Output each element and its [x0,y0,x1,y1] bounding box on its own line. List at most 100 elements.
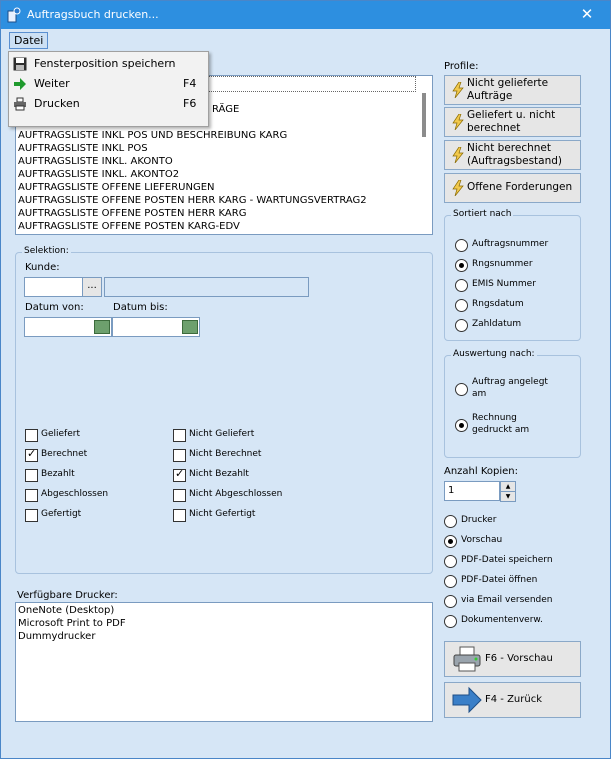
list-item[interactable]: RÄGE [212,104,239,115]
radio-pdf-oeffnen[interactable] [444,575,457,588]
lightning-icon [452,114,464,130]
menu-item-weiter[interactable]: Weiter F4 [9,74,208,94]
radio-dokumentenverw[interactable] [444,615,457,628]
lightning-icon [452,180,464,196]
app-icon [7,7,21,23]
checkbox-label: Berechnet [41,449,88,459]
radio-email[interactable] [444,595,457,608]
selection-group-label: Selektion: [22,246,71,256]
profile-button-label: Nicht berechnet (Auftragsbestand) [467,142,563,167]
radio-label: Drucker [461,515,497,525]
checkbox-bezahlt[interactable] [25,469,38,482]
calendar-icon[interactable] [94,320,110,334]
close-icon[interactable]: ✕ [579,6,595,22]
list-item[interactable]: OneNote (Desktop) [18,605,114,616]
datum-von-label: Datum von: [25,302,84,313]
profile-button-geliefert-nicht-berechnet[interactable]: Geliefert u. nicht berechnet [444,107,581,137]
radio-label: Zahldatum [472,319,522,329]
list-item[interactable]: AUFTRAGSLISTE OFFENE POSTEN HERR KARG [18,208,246,219]
checkbox-label: Nicht Gefertigt [189,509,256,519]
radio-vorschau[interactable] [444,535,457,548]
list-item[interactable]: AUFTRAGSLISTE OFFENE POSTEN HERR KARG - … [18,195,367,206]
menu-datei[interactable]: Datei [9,32,49,49]
report-list-scrollbar[interactable] [422,93,426,137]
menu-item-label: Fensterposition speichern [34,57,176,70]
checkbox-nicht-bezahlt[interactable]: ✓ [173,467,186,482]
list-item[interactable]: AUFTRAGSLISTE INKL. AKONTO2 [18,169,179,180]
list-item[interactable]: Microsoft Print to PDF [18,618,126,629]
profile-button-label: Nicht gelieferte Aufträge [467,77,549,102]
radio-rngsdatum[interactable] [455,299,468,312]
copies-input[interactable]: 1 [444,481,500,501]
list-item[interactable]: AUFTRAGSLISTE INKL. AKONTO [18,156,173,167]
radio-label: PDF-Datei speichern [461,555,553,565]
list-item[interactable]: AUFTRAGSLISTE INKL POS UND BESCHREIBUNG … [18,130,287,141]
printer-list[interactable]: OneNote (Desktop) Microsoft Print to PDF… [15,602,433,722]
check-icon: ✓ [27,447,37,460]
radio-zahldatum[interactable] [455,319,468,332]
dialog-window: Auftragsbuch drucken... ✕ Datei Profile:… [0,0,611,759]
datum-bis-label: Datum bis: [113,302,168,313]
profile-button-offene-forderungen[interactable]: Offene Forderungen [444,173,581,203]
radio-emis-nummer[interactable] [455,279,468,292]
checkbox-label: Gefertigt [41,509,82,519]
radio-rechnung-gedruckt[interactable] [455,419,468,432]
list-item[interactable]: AUFTRAGSLISTE INKL POS [18,143,148,154]
kunde-input[interactable] [24,277,83,297]
printer-icon [453,646,481,672]
checkbox-label: Geliefert [41,429,80,439]
radio-drucker[interactable] [444,515,457,528]
checkbox-nicht-geliefert[interactable] [173,429,186,442]
checkbox-geliefert[interactable] [25,429,38,442]
menu-item-label: Weiter [34,77,70,90]
menu-item-shortcut: F6 [183,97,197,110]
radio-label: Rngsdatum [472,299,524,309]
radio-auftrag-angelegt[interactable] [455,383,468,396]
radio-pdf-speichern[interactable] [444,555,457,568]
profiles-label: Profile: [444,61,479,72]
kunde-name-field [104,277,309,297]
checkbox-nicht-berechnet[interactable] [173,449,186,462]
radio-label: Auftrag angelegt am [472,377,548,399]
radio-label: Vorschau [461,535,503,545]
radio-rngsnummer[interactable] [455,259,468,272]
window-title: Auftragsbuch drucken... [27,8,159,21]
checkbox-label: Nicht Berechnet [189,449,262,459]
save-icon [13,57,27,71]
list-item[interactable]: AUFTRAGSLISTE OFFENE POSTEN KARG-EDV [18,221,240,232]
list-item[interactable]: Dummydrucker [18,631,95,642]
radio-label: Rngsnummer [472,259,533,269]
menu-item-fensterposition[interactable]: Fensterposition speichern [9,54,208,74]
checkbox-berechnet[interactable]: ✓ [25,447,38,462]
profile-button-label: Geliefert u. nicht berechnet [467,109,556,134]
auswertung-group-label: Auswertung nach: [451,349,537,359]
spin-down-icon[interactable]: ▼ [500,491,516,502]
list-item[interactable]: AUFTRAGSLISTE OFFENE LIEFERUNGEN [18,182,215,193]
lightning-icon [452,147,464,163]
menu-item-drucken[interactable]: Drucken F6 [9,94,208,114]
preview-button[interactable]: F6 - Vorschau [444,641,581,677]
lightning-icon [452,82,464,98]
back-button[interactable]: F4 - Zurück [444,682,581,718]
kunde-browse-button[interactable]: ... [82,277,102,297]
checkbox-label: Bezahlt [41,469,75,479]
radio-label: PDF-Datei öffnen [461,575,538,585]
check-icon: ✓ [175,467,185,480]
radio-dot [459,263,464,268]
radio-dot [448,539,453,544]
radio-dot [459,423,464,428]
checkbox-label: Nicht Abgeschlossen [189,489,283,499]
radio-auftragsnummer[interactable] [455,239,468,252]
checkbox-nicht-abgeschlossen[interactable] [173,489,186,502]
checkbox-nicht-gefertigt[interactable] [173,509,186,522]
arrow-right-icon [14,78,26,90]
calendar-icon[interactable] [182,320,198,334]
checkbox-abgeschlossen[interactable] [25,489,38,502]
radio-label: Dokumentenverw. [461,615,543,625]
checkbox-gefertigt[interactable] [25,509,38,522]
profile-button-nicht-berechnet[interactable]: Nicht berechnet (Auftragsbestand) [444,140,581,170]
profile-button-nicht-gelieferte[interactable]: Nicht gelieferte Aufträge [444,75,581,105]
radio-label: via Email versenden [461,595,553,605]
copies-value: 1 [448,485,455,496]
auswertung-group: Auswertung nach: [444,349,581,458]
